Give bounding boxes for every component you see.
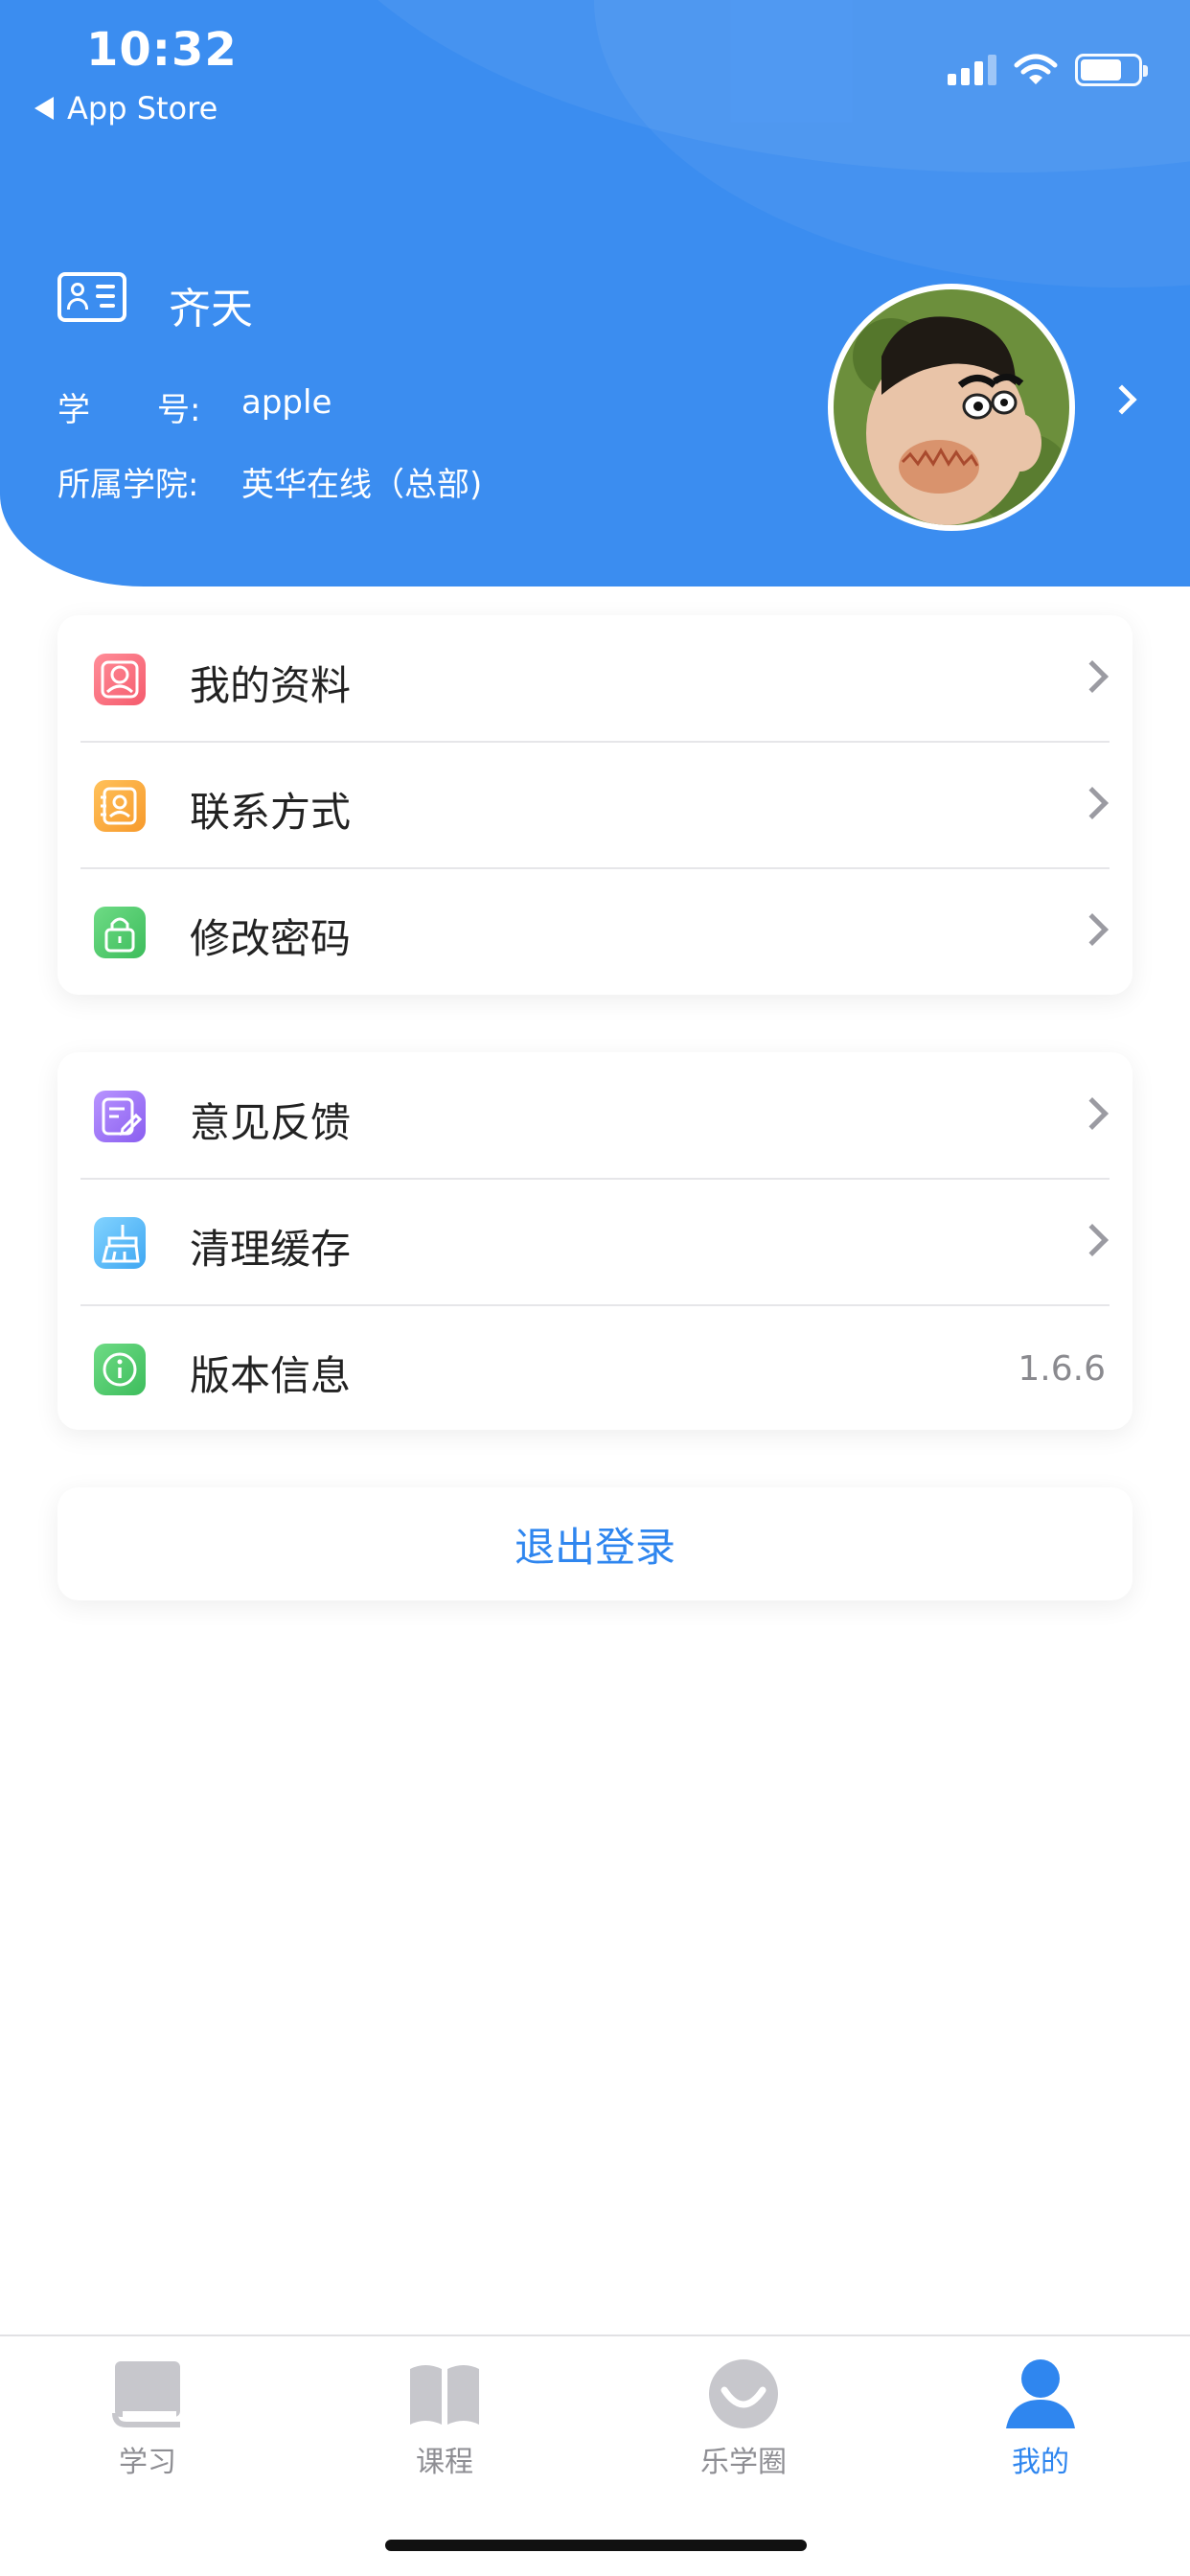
account-settings-card: 我的资料 联系方式 修改密码 xyxy=(57,615,1133,995)
tab-label: 学习 xyxy=(119,2446,176,2479)
feedback-icon xyxy=(94,1091,146,1142)
menu-item-label: 清理缓存 xyxy=(190,1226,352,1273)
chevron-right-icon xyxy=(1076,1097,1109,1130)
menu-item-label: 意见反馈 xyxy=(190,1099,352,1146)
menu-item-contact[interactable]: 联系方式 xyxy=(57,742,1133,868)
app-settings-card: 意见反馈 清理缓存 版本信息 1.6.6 xyxy=(57,1052,1133,1430)
college-label: 所属学院: xyxy=(57,466,199,504)
menu-item-version-info[interactable]: 版本信息 1.6.6 xyxy=(57,1305,1133,1432)
menu-item-label: 修改密码 xyxy=(190,915,352,962)
tab-study[interactable]: 学习 xyxy=(52,2358,243,2480)
student-id-value: apple xyxy=(241,383,332,422)
broom-icon xyxy=(94,1217,146,1269)
tab-label: 课程 xyxy=(416,2446,473,2479)
battery-icon xyxy=(1075,54,1148,86)
status-time: 10:32 xyxy=(86,23,238,77)
book-icon xyxy=(112,2361,180,2427)
tab-label: 乐学圈 xyxy=(700,2446,787,2479)
tab-mine[interactable]: 我的 xyxy=(945,2358,1136,2480)
back-to-app-store-link[interactable]: App Store xyxy=(34,90,217,126)
chevron-right-icon xyxy=(1076,787,1109,819)
home-indicator xyxy=(385,2540,807,2551)
avatar[interactable] xyxy=(828,284,1075,531)
college-value: 英华在线（总部) xyxy=(241,466,483,504)
back-label: App Store xyxy=(67,90,218,126)
smile-circle-icon xyxy=(709,2359,778,2428)
menu-item-feedback[interactable]: 意见反馈 xyxy=(57,1052,1133,1179)
menu-item-change-password[interactable]: 修改密码 xyxy=(57,868,1133,995)
menu-item-clear-cache[interactable]: 清理缓存 xyxy=(57,1179,1133,1305)
chevron-right-icon xyxy=(1076,660,1109,693)
header-decoration xyxy=(594,0,1190,288)
menu-item-label: 联系方式 xyxy=(190,789,352,836)
student-id-label: 学号: xyxy=(57,391,201,429)
id-card-icon xyxy=(57,272,126,322)
signal-icon xyxy=(948,55,996,85)
chevron-right-icon xyxy=(1076,913,1109,946)
version-value: 1.6.6 xyxy=(1018,1349,1106,1389)
contact-icon xyxy=(94,780,146,832)
back-arrow-icon xyxy=(34,97,54,120)
logout-button[interactable]: 退出登录 xyxy=(57,1487,1133,1600)
tab-label: 我的 xyxy=(1012,2446,1069,2479)
menu-item-label: 版本信息 xyxy=(190,1352,352,1399)
info-icon xyxy=(94,1344,146,1395)
person-icon xyxy=(1006,2359,1075,2428)
menu-item-my-profile[interactable]: 我的资料 xyxy=(57,615,1133,742)
menu-item-label: 我的资料 xyxy=(190,662,352,709)
tab-courses[interactable]: 课程 xyxy=(349,2358,540,2480)
student-id-row: 学号: apple xyxy=(57,383,332,430)
lock-icon xyxy=(94,907,146,958)
tab-learning-circle[interactable]: 乐学圈 xyxy=(648,2358,839,2480)
open-book-icon xyxy=(410,2365,479,2425)
status-icons xyxy=(948,54,1148,86)
avatar-image xyxy=(834,289,1069,525)
chevron-right-icon xyxy=(1076,1224,1109,1256)
wifi-icon xyxy=(1014,54,1058,84)
user-name: 齐天 xyxy=(169,285,253,334)
college-row: 所属学院: 英华在线（总部) xyxy=(57,458,482,505)
profile-icon xyxy=(94,654,146,705)
